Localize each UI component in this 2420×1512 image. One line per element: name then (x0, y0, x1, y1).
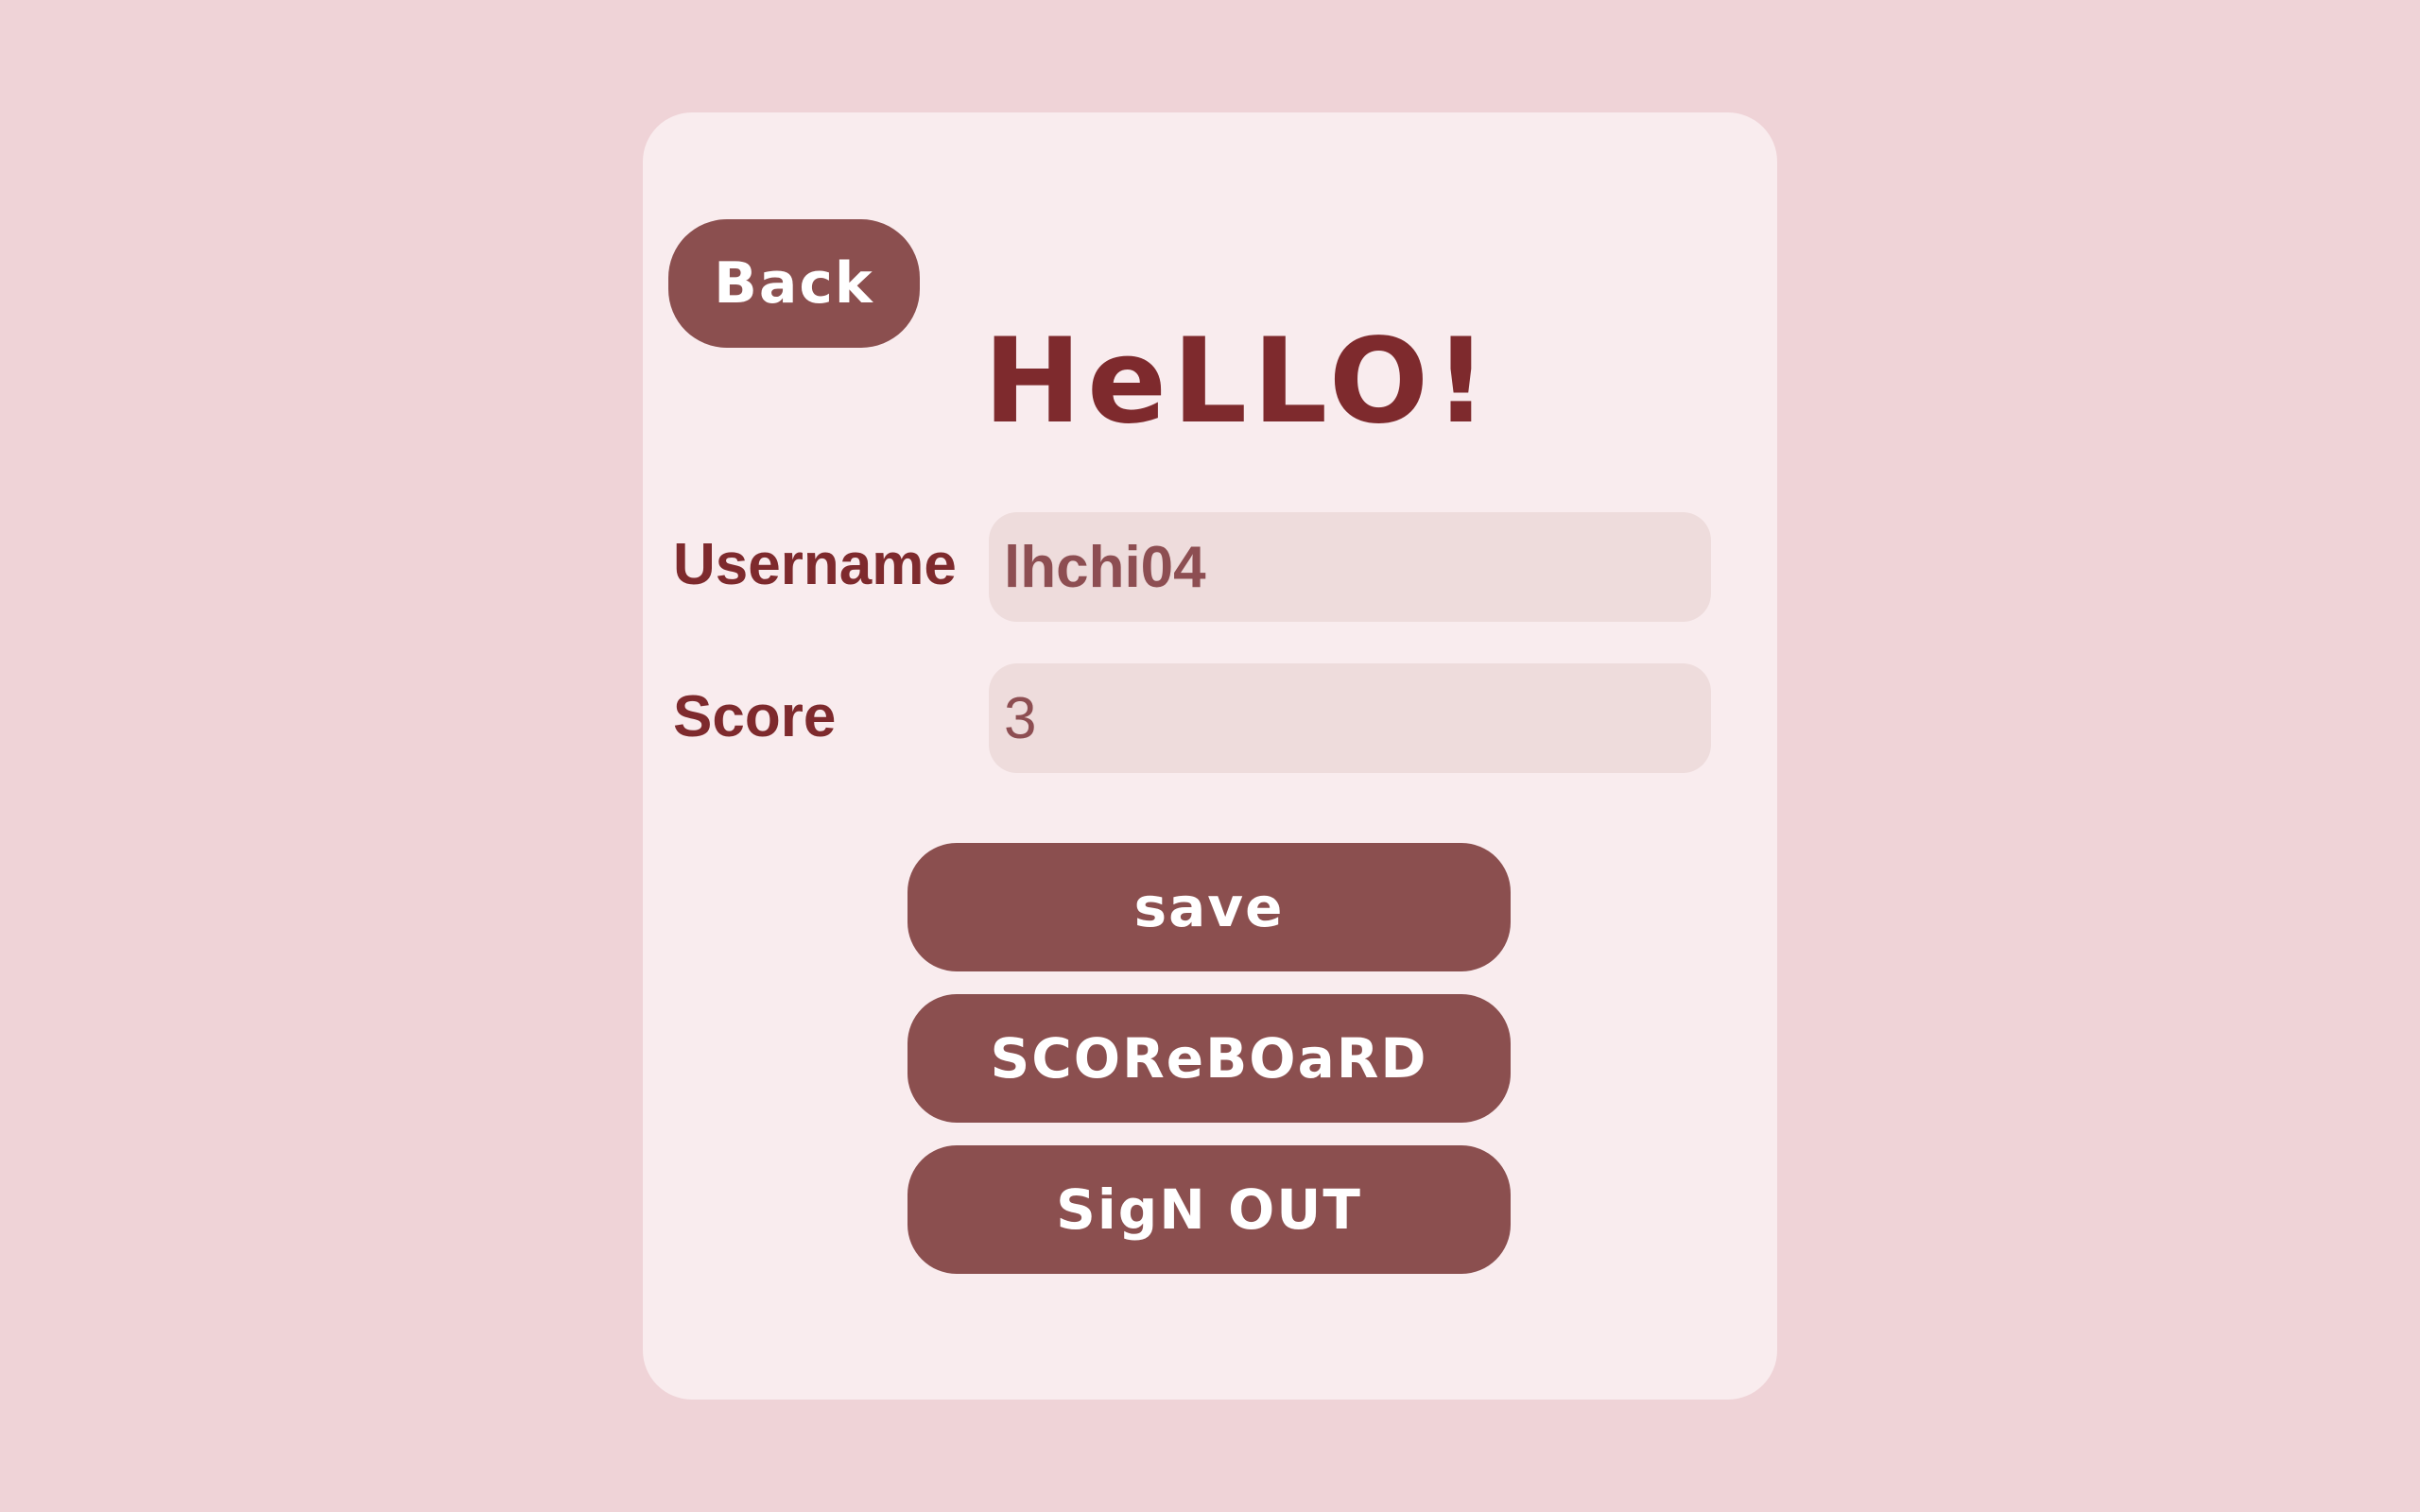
score-label: Score (673, 684, 837, 749)
page-title: HeLLO! (983, 314, 1494, 450)
scoreboard-button[interactable]: SCOReBOaRD (908, 994, 1511, 1123)
score-field[interactable] (989, 663, 1711, 773)
profile-card: Back HeLLO! Username Score save SCOReBOa… (643, 112, 1777, 1400)
username-label: Username (673, 532, 957, 597)
save-button[interactable]: save (908, 843, 1511, 971)
sign-out-button[interactable]: SigN OUT (908, 1145, 1511, 1274)
username-field[interactable] (989, 512, 1711, 622)
